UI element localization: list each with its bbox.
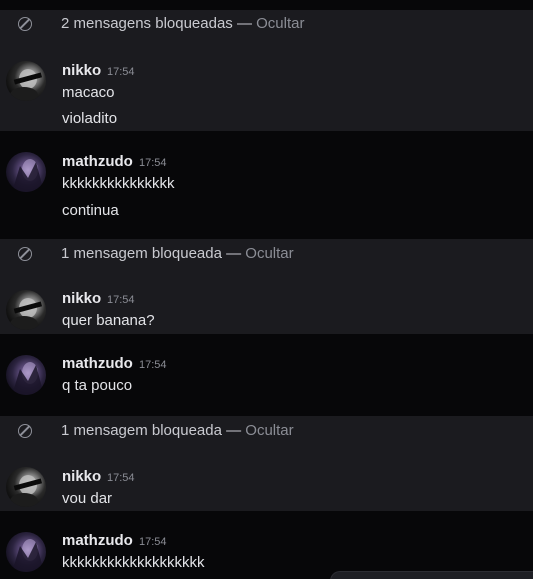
message-text: kkkkkkkkkkkkkkkkkkk [62, 554, 205, 571]
message-timestamp: 17:54 [139, 359, 167, 371]
message-text: kkkkkkkkkkkkkkk [62, 175, 175, 192]
message-text: vou dar [62, 490, 113, 507]
message-text: quer banana? [62, 312, 155, 329]
avatar[interactable] [6, 355, 46, 395]
blocked-count: 1 mensagem bloqueada [61, 422, 222, 439]
message-timestamp: 17:54 [139, 536, 167, 548]
avatar[interactable] [6, 290, 46, 330]
message-author[interactable]: mathzudo [62, 532, 133, 549]
block-icon [18, 17, 32, 31]
block-icon [18, 424, 32, 438]
message-author[interactable]: nikko [62, 468, 101, 485]
blocked-count: 1 mensagem bloqueada [61, 245, 222, 262]
message-author[interactable]: mathzudo [62, 355, 133, 372]
hide-blocked-button[interactable]: Ocultar [256, 15, 304, 32]
block-icon [18, 247, 32, 261]
separator: — [226, 245, 242, 262]
blocked-notice-text: 1 mensagem bloqueada — Ocultar [61, 422, 294, 439]
hide-blocked-button[interactable]: Ocultar [245, 245, 293, 262]
avatar[interactable] [6, 152, 46, 192]
message-timestamp: 17:54 [107, 294, 135, 306]
separator: — [226, 422, 242, 439]
message-timestamp: 17:54 [107, 66, 135, 78]
chat-view: 2 mensagens bloqueadas — Ocultar nikko 1… [0, 0, 533, 579]
message-author[interactable]: mathzudo [62, 153, 133, 170]
message-text: continua [62, 202, 119, 219]
blocked-count: 2 mensagens bloqueadas [61, 15, 233, 32]
message-author[interactable]: nikko [62, 62, 101, 79]
message-timestamp: 17:54 [139, 157, 167, 169]
avatar[interactable] [6, 532, 46, 572]
blocked-notice-text: 1 mensagem bloqueada — Ocultar [61, 245, 294, 262]
message-text: q ta pouco [62, 377, 133, 394]
message-timestamp: 17:54 [107, 472, 135, 484]
separator: — [236, 15, 252, 32]
avatar[interactable] [6, 61, 46, 101]
avatar[interactable] [6, 467, 46, 507]
top-strip [0, 0, 533, 10]
hide-blocked-button[interactable]: Ocultar [245, 422, 293, 439]
message-author[interactable]: nikko [62, 290, 101, 307]
blocked-notice-text: 2 mensagens bloqueadas — Ocultar [61, 15, 305, 32]
message-input-corner[interactable] [330, 571, 533, 579]
message-text: violadito [62, 110, 118, 127]
message-text: macaco [62, 84, 115, 101]
